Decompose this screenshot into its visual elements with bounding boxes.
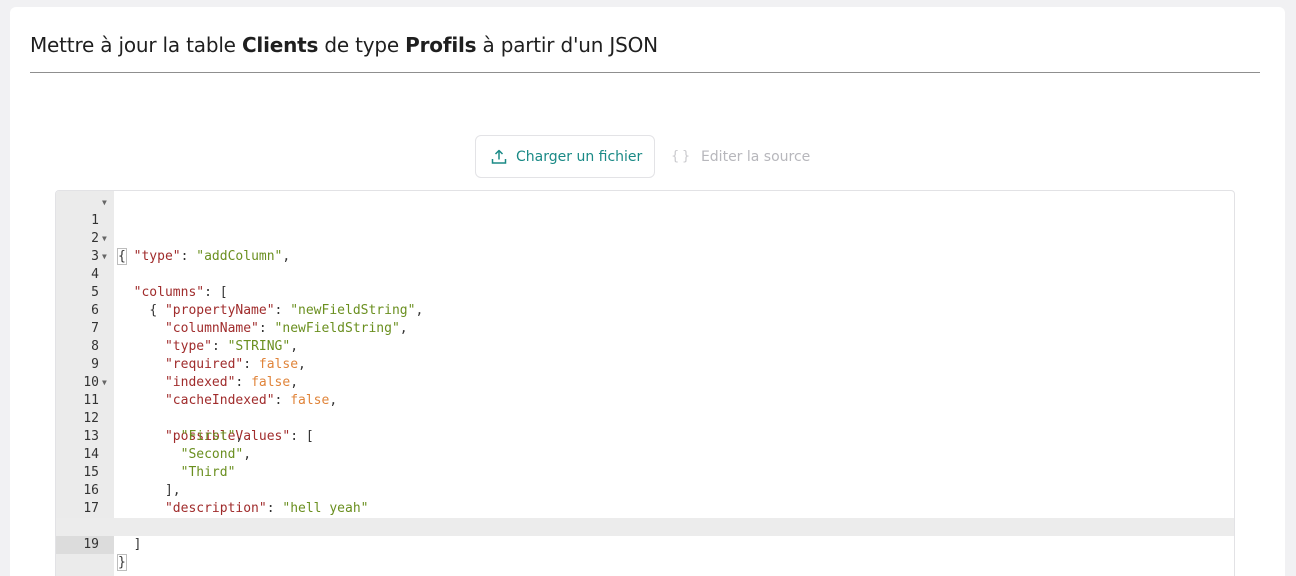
fold-toggle-icon[interactable]: ▼ (102, 374, 107, 392)
upload-file-label: Charger un fichier (516, 148, 643, 165)
code-line: 3 ▼ "columns": [ (56, 230, 1234, 300)
code-line: 11 ▼ "possibleValues": [ (56, 374, 1234, 444)
code-line: 7 "type": "STRING", (56, 302, 1234, 354)
code-line: 18 ] (56, 500, 1234, 552)
braces-icon: {} (671, 149, 693, 164)
title-suffix: à partir d'un JSON (476, 33, 659, 57)
edit-source-label: Editer la source (700, 148, 811, 165)
code-line: 2 "type": "addColumn", (56, 212, 1234, 264)
upload-file-button[interactable]: Charger un fichier (475, 135, 656, 178)
code-line: 4 ▼ { (56, 248, 1234, 318)
code-line: 5 "propertyName": "newFieldString", (56, 266, 1234, 318)
code-line: 14 "Third" (56, 428, 1234, 480)
upload-icon (490, 148, 508, 166)
json-punct: ] (133, 537, 142, 552)
fold-toggle-icon[interactable]: ▼ (102, 194, 107, 212)
code-line: 17 } (56, 482, 1234, 534)
edit-source-button[interactable]: {} Editer la source (655, 135, 822, 178)
code-line: 10 "cacheIndexed": false, (56, 356, 1234, 408)
source-mode-switch: Charger un fichier {} Editer la source (475, 135, 822, 178)
line-number: 19 (56, 536, 114, 554)
code-line: 15 ], (56, 446, 1234, 498)
code-line: 9 "indexed": false, (56, 338, 1234, 390)
code-line: 1 ▼ { (56, 194, 1234, 265)
code-line: 13 "Second", (56, 410, 1234, 462)
code-line: 16 "description": "hell yeah" (56, 464, 1234, 516)
json-editor[interactable]: 1 ▼ { 2 "type": "addColumn", 3 ▼ "column… (55, 190, 1235, 576)
fold-toggle-icon[interactable]: ▼ (102, 248, 107, 266)
page-title: Mettre à jour la table Clients de type P… (30, 33, 1260, 73)
import-card: Mettre à jour la table Clients de type P… (10, 7, 1285, 576)
editor-lines: 1 ▼ { 2 "type": "addColumn", 3 ▼ "column… (56, 194, 1234, 571)
code-line: 12 "First", (56, 392, 1234, 444)
code-line-active: 19 } (56, 518, 1234, 571)
title-type-name: Profils (405, 33, 477, 57)
json-punct: } (117, 554, 127, 571)
title-table-name: Clients (241, 33, 319, 57)
title-middle: de type (318, 33, 406, 57)
title-prefix: Mettre à jour la table (30, 33, 242, 57)
code-line: 6 "columnName": "newFieldString", (56, 284, 1234, 336)
code-line: 8 "required": false, (56, 320, 1234, 372)
fold-toggle-icon[interactable]: ▼ (102, 230, 107, 248)
